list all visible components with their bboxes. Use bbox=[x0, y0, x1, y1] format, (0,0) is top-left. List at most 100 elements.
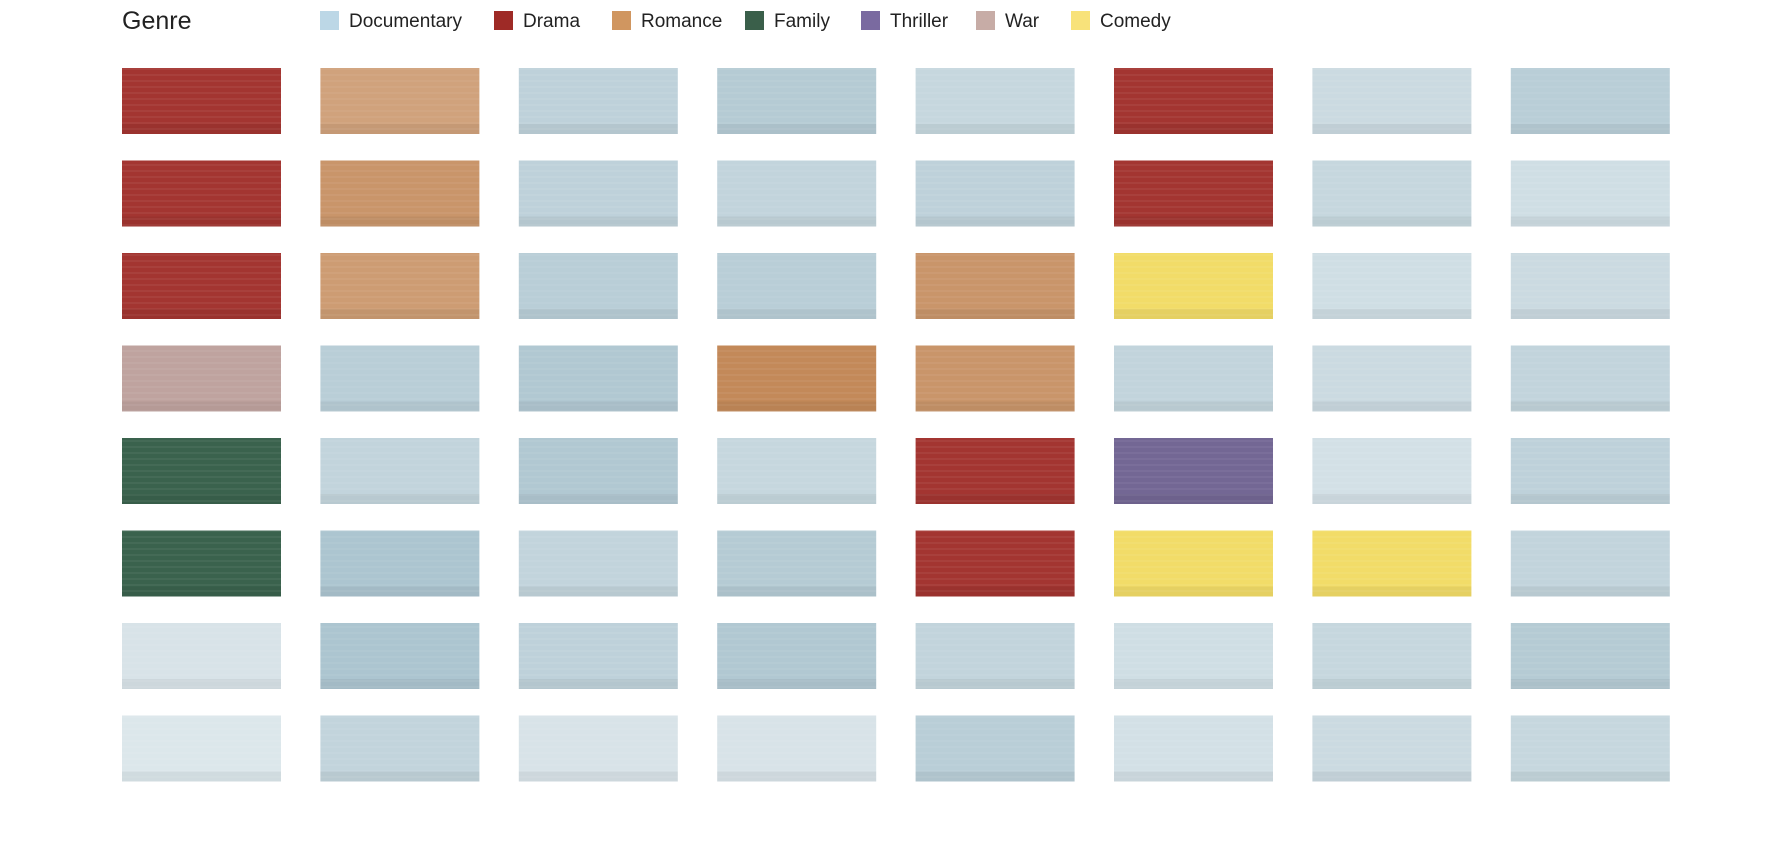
thumbnail-cell-family bbox=[122, 530, 281, 597]
thumbnail-cell-documentary bbox=[1312, 715, 1472, 782]
legend-item-drama: Drama bbox=[494, 11, 580, 32]
thumbnail-cell-documentary bbox=[518, 438, 678, 504]
thumbnail-cell-documentary bbox=[1312, 623, 1472, 689]
legend-item-comedy: Comedy bbox=[1071, 11, 1171, 32]
cell-texture bbox=[915, 253, 1075, 319]
cell-texture bbox=[518, 530, 678, 597]
legend-label: Comedy bbox=[1100, 11, 1171, 32]
thumbnail-cell-drama bbox=[915, 530, 1075, 597]
thumbnail-cell-drama bbox=[1114, 68, 1273, 134]
thumbnail-cell-documentary bbox=[717, 623, 877, 689]
thumbnail-cell-documentary bbox=[717, 530, 877, 597]
thumbnail-cell-romance bbox=[915, 253, 1075, 319]
cell-texture bbox=[1510, 715, 1670, 782]
legend-item-thriller: Thriller bbox=[861, 11, 949, 32]
cell-texture bbox=[122, 438, 281, 504]
legend-swatch bbox=[494, 11, 513, 30]
cell-texture bbox=[915, 345, 1075, 412]
legend-swatch bbox=[976, 11, 995, 30]
cell-texture bbox=[1312, 253, 1472, 319]
cell-texture bbox=[518, 68, 678, 134]
thumbnail-cell-documentary bbox=[320, 623, 480, 689]
cell-texture bbox=[320, 530, 480, 597]
cell-texture bbox=[1312, 715, 1472, 782]
cell-texture bbox=[1510, 623, 1670, 689]
thumbnail-cell-documentary bbox=[320, 438, 480, 504]
thumbnail-cell-documentary bbox=[1312, 68, 1472, 134]
cell-texture bbox=[1114, 345, 1273, 412]
cell-texture bbox=[717, 530, 877, 597]
thumbnail-cell-documentary bbox=[915, 68, 1075, 134]
cell-texture bbox=[1312, 623, 1472, 689]
cell-texture bbox=[1510, 530, 1670, 597]
cell-texture bbox=[320, 623, 480, 689]
thumbnail-cell-documentary bbox=[320, 345, 480, 412]
legend-swatch bbox=[1071, 11, 1090, 30]
cell-texture bbox=[122, 253, 281, 319]
cell-texture bbox=[1312, 438, 1472, 504]
thumbnail-cell-documentary bbox=[1510, 345, 1670, 412]
thumbnail-cell-documentary bbox=[915, 623, 1075, 689]
cell-texture bbox=[122, 68, 281, 134]
cell-texture bbox=[717, 438, 877, 504]
cell-texture bbox=[122, 160, 281, 227]
legend-label: Family bbox=[774, 11, 830, 32]
cell-texture bbox=[122, 715, 281, 782]
cell-texture bbox=[518, 253, 678, 319]
thumbnail-cell-romance bbox=[320, 253, 480, 319]
cell-texture bbox=[518, 715, 678, 782]
legend-label: Documentary bbox=[349, 11, 462, 32]
thumbnail-cell-documentary bbox=[518, 160, 678, 227]
cell-texture bbox=[717, 623, 877, 689]
thumbnail-cell-family bbox=[122, 438, 281, 504]
thumbnail-cell-drama bbox=[122, 253, 281, 319]
thumbnail-cell-documentary bbox=[122, 623, 281, 689]
thumbnail-cell-comedy bbox=[1114, 253, 1273, 319]
thumbnail-cell-documentary bbox=[1114, 345, 1273, 412]
genre-grid-chart: Genre Documentary Drama Romance Family Thrill… bbox=[122, 7, 1670, 782]
cell-texture bbox=[320, 68, 480, 134]
thumbnail-cell-documentary bbox=[518, 345, 678, 412]
thumbnail-cell-documentary bbox=[915, 715, 1075, 782]
cell-texture bbox=[122, 345, 281, 412]
thumbnail-cell-documentary bbox=[717, 715, 877, 782]
thumbnail-cell-documentary bbox=[320, 715, 480, 782]
cell-texture bbox=[1312, 68, 1472, 134]
thumbnail-cell-war bbox=[122, 345, 281, 412]
cell-texture bbox=[1312, 345, 1472, 412]
thumbnail-cell-documentary bbox=[717, 160, 877, 227]
legend-item-documentary: Documentary bbox=[320, 11, 462, 32]
thumbnail-cell-documentary bbox=[1312, 253, 1472, 319]
thumbnail-cell-romance bbox=[320, 68, 480, 134]
thumbnail-cell-comedy bbox=[1312, 530, 1472, 597]
cell-texture bbox=[518, 438, 678, 504]
cell-texture bbox=[1114, 623, 1273, 689]
thumbnail-cell-documentary bbox=[1312, 438, 1472, 504]
thumbnail-cell-comedy bbox=[1114, 530, 1273, 597]
thumbnail-cell-romance bbox=[320, 160, 480, 227]
legend-label: Romance bbox=[641, 11, 722, 32]
thumbnail-cell-romance bbox=[717, 345, 877, 412]
legend-item-romance: Romance bbox=[612, 11, 722, 32]
cell-texture bbox=[717, 715, 877, 782]
thumbnail-cell-documentary bbox=[1312, 160, 1472, 227]
thumbnail-cell-documentary bbox=[1510, 623, 1670, 689]
thumbnail-cell-drama bbox=[122, 160, 281, 227]
cell-texture bbox=[915, 715, 1075, 782]
thumbnail-cell-documentary bbox=[717, 438, 877, 504]
thumbnail-cell-drama bbox=[1114, 160, 1273, 227]
thumbnail-cell-drama bbox=[122, 68, 281, 134]
cell-texture bbox=[915, 530, 1075, 597]
legend-swatch bbox=[861, 11, 880, 30]
thumbnail-cell-documentary bbox=[518, 253, 678, 319]
cell-texture bbox=[1510, 68, 1670, 134]
cell-texture bbox=[1114, 530, 1273, 597]
cell-texture bbox=[717, 345, 877, 412]
cell-texture bbox=[320, 160, 480, 227]
legend-label: Drama bbox=[523, 11, 580, 32]
thumbnail-cell-documentary bbox=[915, 160, 1075, 227]
legend-swatch bbox=[745, 11, 764, 30]
legend-label: Thriller bbox=[890, 11, 949, 32]
cell-texture bbox=[1114, 438, 1273, 504]
cell-texture bbox=[320, 715, 480, 782]
